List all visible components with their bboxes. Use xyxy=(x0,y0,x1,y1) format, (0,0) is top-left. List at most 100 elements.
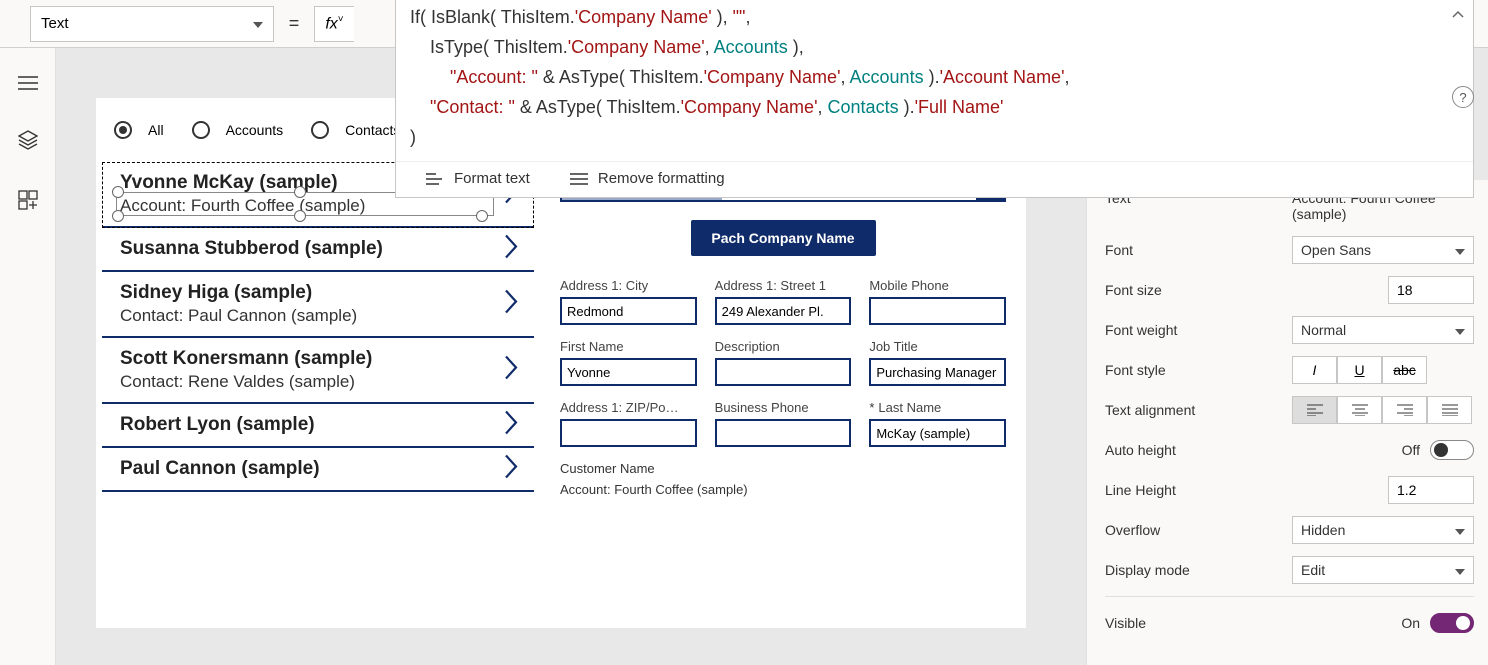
form-field: Job Title xyxy=(869,339,1006,386)
radio-contacts[interactable] xyxy=(311,121,329,139)
field-label: Address 1: ZIP/Po… xyxy=(560,400,697,415)
gallery-item[interactable]: Susanna Stubberod (sample) xyxy=(102,228,534,272)
field-input[interactable] xyxy=(715,297,852,325)
prop-font-style-label: Font style xyxy=(1105,362,1166,378)
form-field: Address 1: ZIP/Po… xyxy=(560,400,697,447)
prop-visible-value: On xyxy=(1401,615,1420,631)
remove-formatting-button[interactable]: Remove formatting xyxy=(570,170,725,187)
radio-accounts[interactable] xyxy=(192,121,210,139)
prop-font-size-label: Font size xyxy=(1105,282,1162,298)
gallery-list[interactable]: Yvonne McKay (sample)Account: Fourth Cof… xyxy=(96,162,540,492)
prop-line-height-label: Line Height xyxy=(1105,482,1176,498)
remove-formatting-label: Remove formatting xyxy=(598,170,725,187)
selection-handle[interactable] xyxy=(294,186,306,198)
help-icon[interactable]: ? xyxy=(1452,86,1474,108)
gallery-item-title: Sidney Higa (sample) xyxy=(120,282,494,304)
selection-handle[interactable] xyxy=(476,210,488,222)
equals-label: = xyxy=(274,13,314,34)
field-input[interactable] xyxy=(869,297,1006,325)
field-label: Description xyxy=(715,339,852,354)
chevron-right-icon[interactable] xyxy=(502,453,520,486)
prop-font-weight-select[interactable]: Normal xyxy=(1292,316,1474,344)
chevron-down-icon xyxy=(1455,242,1465,258)
field-label: First Name xyxy=(560,339,697,354)
format-text-button[interactable]: Format text xyxy=(426,170,530,187)
prop-display-mode-select[interactable]: Edit xyxy=(1292,556,1474,584)
fx-icon[interactable]: fx˅ xyxy=(314,6,354,42)
prop-overflow-label: Overflow xyxy=(1105,522,1160,538)
field-label: Mobile Phone xyxy=(869,278,1006,293)
prop-visible-label: Visible xyxy=(1105,615,1146,631)
align-center-button[interactable] xyxy=(1337,396,1382,424)
field-input[interactable] xyxy=(715,358,852,386)
radio-all[interactable] xyxy=(114,121,132,139)
field-label: Business Phone xyxy=(715,400,852,415)
align-justify-button[interactable] xyxy=(1427,396,1472,424)
gallery-item[interactable]: Paul Cannon (sample) xyxy=(102,448,534,492)
remove-formatting-icon xyxy=(570,172,588,186)
patch-button[interactable]: Pach Company Name xyxy=(691,220,876,256)
prop-line-height-input[interactable] xyxy=(1388,476,1474,504)
form-field: First Name xyxy=(560,339,697,386)
prop-font-label: Font xyxy=(1105,242,1133,258)
strikethrough-button[interactable]: abc xyxy=(1382,356,1427,384)
chevron-down-icon xyxy=(253,15,263,32)
selection-handle[interactable] xyxy=(112,186,124,198)
field-input[interactable] xyxy=(869,419,1006,447)
selection-handle[interactable] xyxy=(112,210,124,222)
radio-all-label: All xyxy=(148,122,164,138)
field-input[interactable] xyxy=(560,358,697,386)
gallery-item-title: Susanna Stubberod (sample) xyxy=(120,238,494,260)
prop-text-align-buttons xyxy=(1292,396,1474,424)
prop-auto-height-label: Auto height xyxy=(1105,442,1176,458)
radio-accounts-label: Accounts xyxy=(226,122,284,138)
visible-toggle[interactable] xyxy=(1430,613,1474,633)
prop-display-mode-label: Display mode xyxy=(1105,562,1190,578)
gallery-item-title: Paul Cannon (sample) xyxy=(120,458,494,480)
gallery-item-subtitle: Contact: Rene Valdes (sample) xyxy=(120,372,494,392)
format-text-icon xyxy=(426,172,444,186)
underline-button[interactable]: U xyxy=(1337,356,1382,384)
property-dropdown-value: Text xyxy=(41,15,69,32)
formula-input[interactable]: If( IsBlank( ThisItem.'Company Name' ), … xyxy=(396,0,1473,161)
left-rail xyxy=(0,48,56,665)
field-input[interactable] xyxy=(715,419,852,447)
property-dropdown[interactable]: Text xyxy=(30,6,274,42)
field-input[interactable] xyxy=(560,419,697,447)
chevron-down-icon xyxy=(1455,322,1465,338)
prop-font-select[interactable]: Open Sans xyxy=(1292,236,1474,264)
chevron-right-icon[interactable] xyxy=(502,233,520,266)
prop-font-style-buttons: I U abc xyxy=(1292,356,1474,384)
chevron-right-icon[interactable] xyxy=(502,354,520,387)
form-field: *Last Name xyxy=(869,400,1006,447)
formula-collapse-icon[interactable] xyxy=(1451,8,1465,27)
gallery-item-subtitle: Contact: Paul Cannon (sample) xyxy=(120,306,494,326)
prop-auto-height-value: Off xyxy=(1402,442,1420,458)
field-input[interactable] xyxy=(560,297,697,325)
prop-font-size-input[interactable] xyxy=(1388,276,1474,304)
field-label: Job Title xyxy=(869,339,1006,354)
gallery-item[interactable]: Scott Konersmann (sample)Contact: Rene V… xyxy=(102,338,534,404)
gallery-item[interactable]: Robert Lyon (sample) xyxy=(102,404,534,448)
prop-font-weight-label: Font weight xyxy=(1105,322,1177,338)
form-field: Mobile Phone xyxy=(869,278,1006,325)
chevron-right-icon[interactable] xyxy=(502,288,520,321)
italic-button[interactable]: I xyxy=(1292,356,1337,384)
insert-icon[interactable] xyxy=(18,190,38,210)
field-input[interactable] xyxy=(869,358,1006,386)
chevron-right-icon[interactable] xyxy=(502,409,520,442)
gallery-item[interactable]: Sidney Higa (sample)Contact: Paul Cannon… xyxy=(102,272,534,338)
auto-height-toggle[interactable] xyxy=(1430,440,1474,460)
align-left-button[interactable] xyxy=(1292,396,1337,424)
layers-icon[interactable] xyxy=(18,130,38,150)
chevron-down-icon xyxy=(1455,522,1465,538)
selection-handle[interactable] xyxy=(294,210,306,222)
hamburger-icon[interactable] xyxy=(18,76,38,90)
chevron-down-icon xyxy=(1455,562,1465,578)
form-field: Business Phone xyxy=(715,400,852,447)
field-label: *Last Name xyxy=(869,400,1006,415)
form-field: Address 1: City xyxy=(560,278,697,325)
align-right-button[interactable] xyxy=(1382,396,1427,424)
prop-overflow-select[interactable]: Hidden xyxy=(1292,516,1474,544)
radio-contacts-label: Contacts xyxy=(345,122,400,138)
